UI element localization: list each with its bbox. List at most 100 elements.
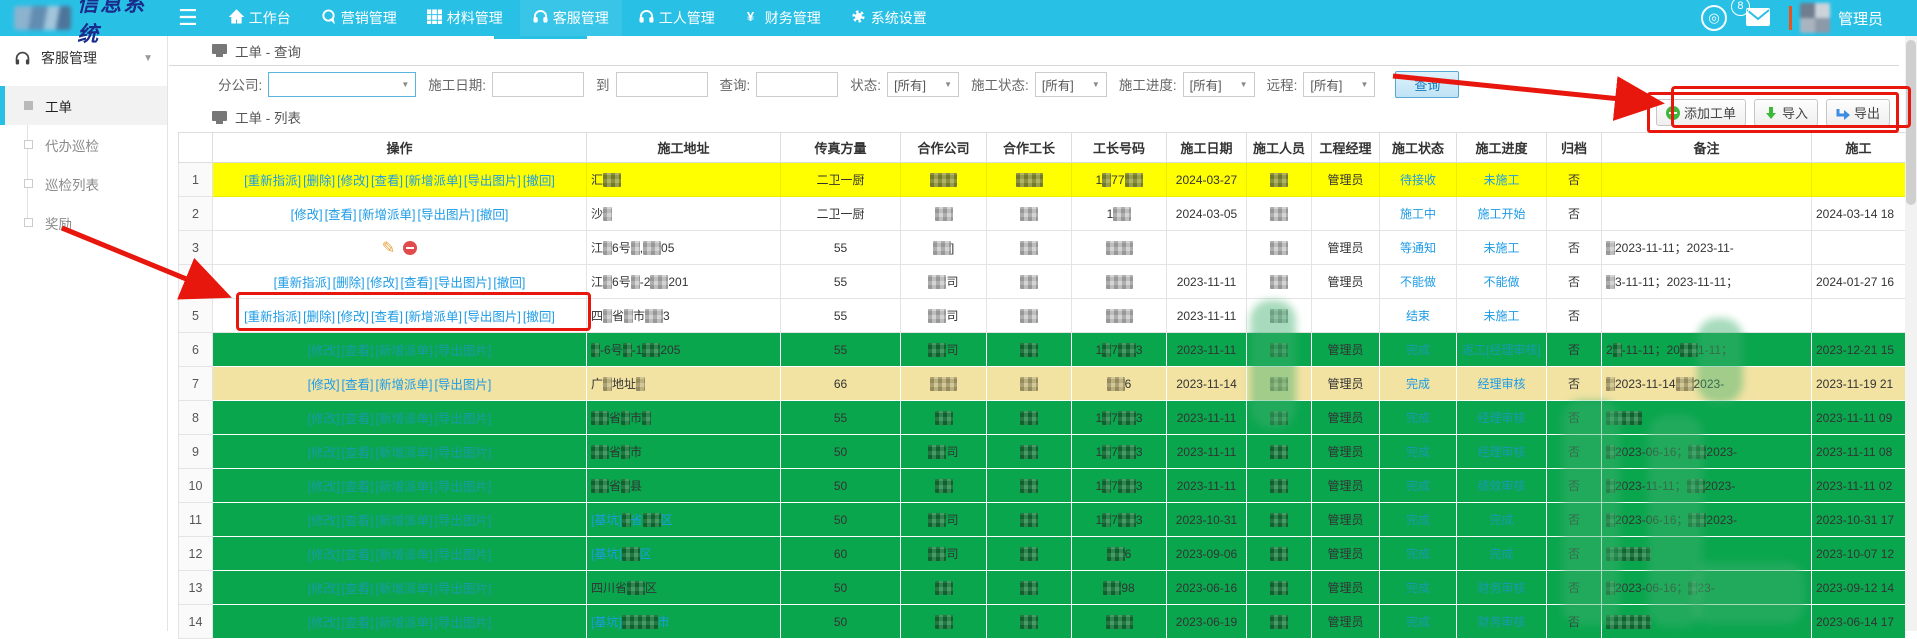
op-link[interactable]: [重新指派] — [274, 276, 331, 290]
cell-construction-progress[interactable]: 返工[经理审核] — [1456, 332, 1547, 367]
export-button[interactable]: 导出 — [1825, 99, 1890, 126]
op-link[interactable]: [查看] — [401, 276, 433, 290]
nav-item-1[interactable]: 工作台 — [216, 0, 304, 36]
op-link[interactable]: [查看] — [342, 616, 374, 630]
op-link[interactable]: [查看] — [342, 582, 374, 596]
remote-select[interactable]: [所有] ▼ — [1303, 71, 1376, 97]
edit-pencil-icon[interactable]: ✎ — [382, 240, 395, 257]
cell-construction-progress[interactable]: 施工开始 — [1456, 196, 1547, 231]
op-link[interactable]: [新增派单] — [405, 174, 462, 188]
op-link[interactable]: [撤回] — [523, 174, 555, 188]
op-link[interactable]: [撤回] — [493, 276, 525, 290]
cell-construction-progress[interactable]: 未施工 — [1456, 230, 1547, 265]
cell-construction-progress[interactable]: 经理审核 — [1456, 434, 1547, 469]
op-link[interactable]: [新增派单] — [359, 208, 416, 222]
keyword-input[interactable] — [756, 71, 839, 97]
cell-construction-status[interactable]: 不能做 — [1379, 264, 1457, 299]
op-link[interactable]: [导出图片] — [434, 344, 491, 358]
add-work-order-button[interactable]: 添加工单 — [1655, 99, 1746, 126]
company-select[interactable]: ▼ — [268, 71, 417, 97]
nav-item-6[interactable]: ¥ 财务管理 — [732, 0, 834, 36]
op-link[interactable]: [修改] — [337, 174, 369, 188]
messages-button[interactable]: 8 — [1730, 0, 1771, 30]
status-select[interactable]: [所有] ▼ — [887, 71, 960, 97]
cell-construction-progress[interactable]: 完成 — [1456, 536, 1547, 571]
cell-construction-progress[interactable]: 财务审核 — [1456, 570, 1547, 605]
op-link[interactable]: [修改] — [308, 344, 340, 358]
op-link[interactable]: [修改] — [308, 480, 340, 494]
op-link[interactable]: [新增派单] — [376, 480, 433, 494]
op-link[interactable]: [导出图片] — [434, 480, 491, 494]
user-menu[interactable]: 管理员 — [1788, 3, 1883, 33]
nav-item-3[interactable]: 材料管理 — [414, 0, 516, 36]
progress-select[interactable]: [所有] ▼ — [1182, 71, 1255, 97]
op-link[interactable]: [导出图片] — [464, 310, 521, 324]
op-link[interactable]: [导出图片] — [434, 412, 491, 426]
op-link[interactable]: [修改] — [308, 378, 340, 392]
op-link[interactable]: [查看] — [342, 344, 374, 358]
op-link[interactable]: [删除] — [303, 174, 335, 188]
op-link[interactable]: [导出图片] — [434, 582, 491, 596]
cell-construction-progress[interactable]: 经理审核 — [1456, 400, 1547, 435]
cell-address[interactable]: [基坑] 省区 — [586, 502, 781, 537]
cell-construction-status[interactable]: 完成 — [1379, 434, 1457, 469]
cell-construction-status[interactable]: 完成 — [1379, 604, 1457, 639]
op-link[interactable]: [修改] — [308, 616, 340, 630]
support-icon[interactable]: ◎ — [1700, 5, 1727, 31]
op-link[interactable]: [新增派单] — [376, 344, 433, 358]
forbid-icon[interactable] — [403, 240, 418, 255]
cell-construction-status[interactable]: 结束 — [1379, 298, 1457, 333]
op-link[interactable]: [导出图片] — [417, 208, 474, 222]
op-link[interactable]: [新增派单] — [376, 582, 433, 596]
op-link[interactable]: [新增派单] — [376, 378, 433, 392]
op-link[interactable]: [修改] — [308, 548, 340, 562]
op-link[interactable]: [撤回] — [476, 208, 508, 222]
import-button[interactable]: 导入 — [1753, 99, 1818, 126]
cell-construction-status[interactable]: 完成 — [1379, 570, 1457, 605]
op-link[interactable]: [新增派单] — [405, 310, 462, 324]
cell-construction-status[interactable]: 待接收 — [1379, 162, 1457, 197]
cell-construction-progress[interactable]: 不能做 — [1456, 264, 1547, 299]
cell-address[interactable]: [基坑] 市 — [586, 604, 781, 639]
op-link[interactable]: [查看] — [371, 174, 403, 188]
cell-construction-progress[interactable]: 未施工 — [1456, 162, 1547, 197]
sidebar-item-1[interactable]: 工单 — [0, 86, 167, 125]
op-link[interactable]: [新增派单] — [376, 514, 433, 528]
cell-construction-progress[interactable]: 财务审核 — [1456, 604, 1547, 639]
op-link[interactable]: [新增派单] — [376, 412, 433, 426]
op-link[interactable]: [查看] — [371, 310, 403, 324]
construction-status-select[interactable]: [所有] ▼ — [1034, 71, 1107, 97]
op-link[interactable]: [导出图片] — [434, 548, 491, 562]
op-link[interactable]: [撤回] — [523, 310, 555, 324]
cell-construction-status[interactable]: 完成 — [1379, 536, 1457, 571]
op-link[interactable]: [修改] — [308, 412, 340, 426]
nav-item-7[interactable]: 系统设置 — [838, 0, 940, 36]
op-link[interactable]: [查看] — [325, 208, 357, 222]
op-link[interactable]: [导出图片] — [464, 174, 521, 188]
sidebar-item-4[interactable]: 奖励 — [0, 203, 167, 242]
op-link[interactable]: [重新指派] — [244, 174, 301, 188]
op-link[interactable]: [新增派单] — [376, 616, 433, 630]
cell-construction-progress[interactable]: 经理审核 — [1456, 366, 1547, 401]
op-link[interactable]: [修改] — [291, 208, 323, 222]
cell-construction-progress[interactable]: 完成 — [1456, 502, 1547, 537]
scrollbar-thumb[interactable] — [1906, 40, 1916, 205]
hamburger-menu-icon[interactable]: ☰ — [178, 7, 198, 29]
cell-address[interactable]: [基坑] 区 — [586, 536, 781, 571]
sidebar-item-3[interactable]: 巡检列表 — [0, 164, 167, 203]
op-link[interactable]: [修改] — [308, 446, 340, 460]
sidebar-item-2[interactable]: 代办巡检 — [0, 125, 167, 164]
cell-construction-status[interactable]: 完成 — [1379, 332, 1457, 367]
op-link[interactable]: [导出图片] — [434, 446, 491, 460]
op-link[interactable]: [修改] — [337, 310, 369, 324]
op-link[interactable]: [导出图片] — [434, 514, 491, 528]
cell-construction-status[interactable]: 完成 — [1379, 502, 1457, 537]
op-link[interactable]: [导出图片] — [434, 276, 491, 290]
op-link[interactable]: [查看] — [342, 378, 374, 392]
date-from-input[interactable] — [492, 71, 585, 97]
nav-item-5[interactable]: 工人管理 — [626, 0, 728, 36]
op-link[interactable]: [新增派单] — [376, 548, 433, 562]
op-link[interactable]: [修改] — [308, 582, 340, 596]
op-link[interactable]: [查看] — [342, 412, 374, 426]
op-link[interactable]: [查看] — [342, 446, 374, 460]
